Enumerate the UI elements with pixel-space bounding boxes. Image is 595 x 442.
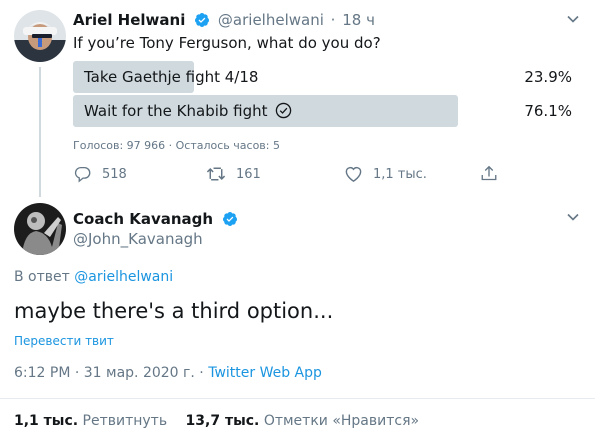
divider [0,398,595,399]
avatar-ariel-helwani[interactable] [14,10,66,62]
tweet-time[interactable]: 18 ч [342,11,375,29]
retweets-count: 1,1 тыс. [14,413,79,429]
retweets-stat[interactable]: 1,1 тыс. Ретвитнуть [14,413,172,429]
verified-badge-icon [194,12,210,32]
author-name[interactable]: Ariel Helwani [73,11,185,29]
poll-option-label: Wait for the Khabib fight [84,95,292,130]
translate-tweet-link[interactable]: Перевести твит [14,334,114,348]
separator-dot: · [330,11,336,29]
reply-to-handle[interactable]: @arielhelwani [74,269,173,285]
poll-option-percent: 23.9% [524,68,572,86]
author-handle[interactable]: @John_Kavanagh [73,230,203,248]
chevron-down-icon[interactable] [565,209,581,229]
retweets-label: Ретвитнуть [82,413,168,429]
tweet-timestamp-row: 6:12 PM · 31 мар. 2020 г. · Twitter Web … [14,365,322,381]
reply-button[interactable]: 518 [74,165,127,183]
share-button[interactable] [480,164,498,183]
avatar-coach-kavanagh[interactable] [14,203,66,255]
author-handle[interactable]: @arielhelwani [218,11,324,29]
check-circle-icon [275,98,292,130]
tweet1-header: Ariel Helwani @arielhelwani · 18 ч [73,11,375,31]
author-name[interactable]: Coach Kavanagh [73,210,213,228]
like-icon [344,165,363,183]
like-count: 1,1 тыс. [373,166,427,182]
thread-connector-line [39,67,41,197]
tweet-text-main: maybe there's a third option... [14,299,334,323]
verified-badge-icon [222,211,238,231]
poll-option-percent: 76.1% [524,102,572,120]
poll-meta: Голосов: 97 966 · Осталось часов: 5 [73,139,280,152]
tweet-source[interactable]: Twitter Web App [208,365,322,381]
retweet-count: 161 [236,166,261,182]
share-icon [480,164,498,183]
likes-count: 13,7 тыс. [185,413,260,429]
tweet-timestamp[interactable]: 6:12 PM · 31 мар. 2020 г. · [14,365,204,381]
likes-label: Отметки «Нравится» [263,413,420,429]
chevron-down-icon[interactable] [565,11,581,31]
reply-count: 518 [102,166,127,182]
retweet-button[interactable]: 161 [206,165,261,183]
reply-context: В ответ @arielhelwani [14,269,173,285]
likes-stat[interactable]: 13,7 тыс. Отметки «Нравится» [186,413,420,429]
like-button[interactable]: 1,1 тыс. [344,165,427,183]
reply-prefix: В ответ [14,269,70,285]
retweet-icon [206,165,226,183]
tweet2-header: Coach Kavanagh [73,209,238,231]
tweet-text: If you’re Tony Ferguson, what do you do? [73,34,381,52]
poll-option-label: Take Gaethje fight 4/18 [84,68,259,86]
poll-option-label-text: Wait for the Khabib fight [84,102,268,120]
tweet-stats: 1,1 тыс. Ретвитнуть 13,7 тыс. Отметки «Н… [14,413,419,429]
reply-icon [74,165,92,183]
